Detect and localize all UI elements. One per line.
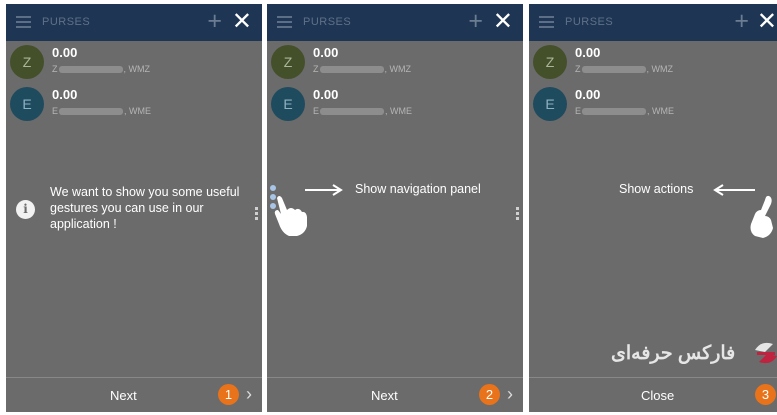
step-badge: 1 bbox=[218, 384, 239, 405]
tutorial-bottom-bar: Next 1 › bbox=[6, 377, 262, 412]
tutorial-bottom-bar: Close 3 bbox=[529, 377, 777, 412]
add-icon[interactable]: + bbox=[207, 9, 222, 34]
brand-logo-icon bbox=[755, 342, 777, 364]
chevron-right-icon[interactable]: › bbox=[507, 384, 513, 405]
next-button[interactable]: Next bbox=[110, 388, 137, 403]
purse-row-wme[interactable]: E 0.00 E, WME bbox=[529, 85, 777, 127]
purse-row-wmz[interactable]: Z 0.00 Z, WMZ bbox=[6, 43, 262, 85]
arrow-right-icon bbox=[305, 184, 343, 196]
top-app-bar: PURSES + ✕ bbox=[529, 4, 777, 41]
menu-icon[interactable] bbox=[277, 16, 292, 28]
watermark-text: فارکس حرفه‌ای bbox=[611, 343, 736, 364]
tutorial-message: We want to show you some useful gestures… bbox=[50, 185, 240, 231]
purse-wallet-id: Z, WMZ bbox=[52, 64, 150, 74]
watermark-logo: فارکس حرفه‌ای bbox=[611, 334, 777, 374]
purse-amount: 0.00 bbox=[52, 45, 78, 60]
purse-wallet-id: E, WME bbox=[313, 106, 413, 116]
purse-avatar: Z bbox=[10, 45, 44, 79]
menu-icon[interactable] bbox=[539, 16, 554, 28]
purse-avatar: E bbox=[271, 87, 305, 121]
top-app-bar: PURSES + ✕ bbox=[6, 4, 262, 41]
purse-amount: 0.00 bbox=[313, 45, 339, 60]
app-bar-title: PURSES bbox=[303, 16, 352, 28]
add-icon[interactable]: + bbox=[468, 9, 483, 34]
tutorial-screen-3: PURSES + ✕ Z 0.00 Z, WMZ E 0.00 E, WME S… bbox=[529, 4, 777, 412]
info-icon: i bbox=[16, 200, 35, 219]
step-badge: 3 bbox=[755, 384, 776, 405]
purse-wallet-id: Z, WMZ bbox=[575, 64, 673, 74]
purse-wallet-id: E, WME bbox=[575, 106, 675, 116]
purse-row-wme[interactable]: E 0.00 E, WME bbox=[267, 85, 523, 127]
app-bar-title: PURSES bbox=[565, 16, 614, 28]
purse-amount: 0.00 bbox=[313, 87, 339, 102]
purse-amount: 0.00 bbox=[52, 87, 78, 102]
purse-row-wmz[interactable]: Z 0.00 Z, WMZ bbox=[529, 43, 777, 85]
purse-avatar: Z bbox=[533, 45, 567, 79]
overflow-menu-icon[interactable] bbox=[516, 207, 519, 222]
purse-row-wmz[interactable]: Z 0.00 Z, WMZ bbox=[267, 43, 523, 85]
chevron-right-icon[interactable]: › bbox=[246, 384, 252, 405]
purse-wallet-id: E, WME bbox=[52, 106, 152, 116]
tutorial-screen-2: PURSES + ✕ Z 0.00 Z, WMZ E 0.00 E, WME S… bbox=[267, 4, 523, 412]
close-icon[interactable]: ✕ bbox=[757, 9, 777, 34]
tutorial-bottom-bar: Next 2 › bbox=[267, 377, 523, 412]
close-icon[interactable]: ✕ bbox=[493, 9, 513, 34]
add-icon[interactable]: + bbox=[734, 9, 749, 34]
tutorial-message: Show actions bbox=[619, 182, 694, 196]
purse-amount: 0.00 bbox=[575, 45, 601, 60]
purse-avatar: E bbox=[533, 87, 567, 121]
top-app-bar: PURSES + ✕ bbox=[267, 4, 523, 41]
close-icon[interactable]: ✕ bbox=[232, 9, 252, 34]
tutorial-message: Show navigation panel bbox=[355, 182, 481, 196]
step-badge: 2 bbox=[479, 384, 500, 405]
swipe-hand-icon bbox=[750, 195, 773, 238]
menu-icon[interactable] bbox=[16, 16, 31, 28]
tutorial-screen-1: PURSES + ✕ Z 0.00 Z, WMZ E 0.00 E, WME i… bbox=[6, 4, 262, 412]
next-button[interactable]: Next bbox=[371, 388, 398, 403]
overflow-menu-icon[interactable] bbox=[255, 207, 258, 222]
purse-avatar: Z bbox=[271, 45, 305, 79]
purse-row-wme[interactable]: E 0.00 E, WME bbox=[6, 85, 262, 127]
app-bar-title: PURSES bbox=[42, 16, 91, 28]
close-button[interactable]: Close bbox=[641, 388, 674, 403]
purse-amount: 0.00 bbox=[575, 87, 601, 102]
purse-wallet-id: Z, WMZ bbox=[313, 64, 411, 74]
purse-avatar: E bbox=[10, 87, 44, 121]
